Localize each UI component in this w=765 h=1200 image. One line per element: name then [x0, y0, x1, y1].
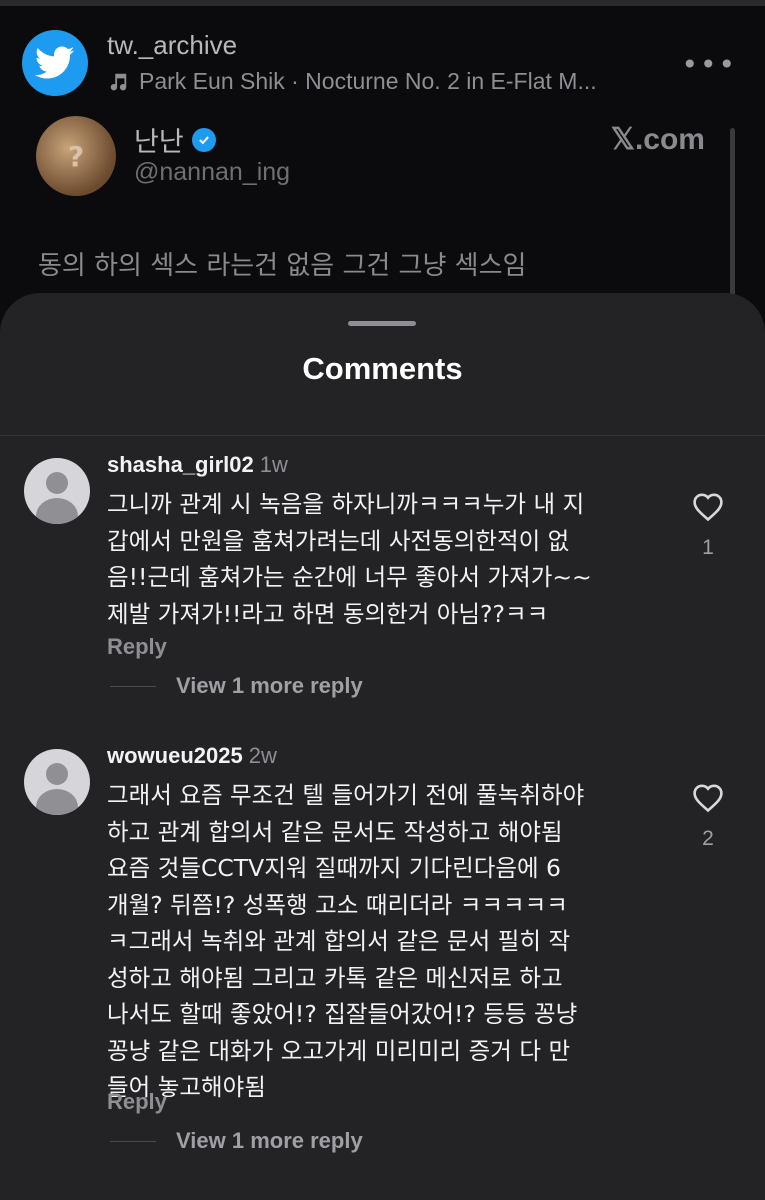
- divider: [110, 685, 156, 687]
- x-logo: 𝕏.com: [610, 123, 705, 156]
- sheet-title: Comments: [302, 351, 463, 386]
- comment-text: 그래서 요즘 무조건 텔 들어가기 전에 풀녹취하야 하고 관계 합의서 같은 …: [107, 781, 585, 1101]
- tweet-author-name: 난난: [134, 120, 216, 159]
- divider: [0, 435, 765, 436]
- heart-icon: [693, 493, 723, 522]
- view-more-label: View 1 more reply: [176, 1128, 363, 1153]
- like-button[interactable]: 2: [686, 781, 730, 851]
- comment-text: 그니까 관계 시 녹음을 하자니까ㅋㅋㅋ누가 내 지 갑에서 만원을 훔쳐가려는…: [107, 490, 592, 628]
- like-count: 2: [702, 827, 714, 850]
- comment-age: 1w: [259, 452, 288, 477]
- comment-username[interactable]: wowueu2025: [107, 743, 243, 768]
- tweet-author-handle: @nannan_ing: [134, 158, 291, 186]
- reply-button[interactable]: Reply: [107, 634, 167, 660]
- view-more-replies[interactable]: View 1 more reply: [110, 1128, 363, 1154]
- tweet-text: 동의 하의 섹스 라는건 없음 그건 그냥 섹스임: [38, 251, 527, 281]
- like-count: 1: [702, 536, 714, 559]
- music-track[interactable]: Park Eun Shik · Nocturne No. 2 in E-Flat…: [107, 68, 597, 95]
- top-edge: [0, 0, 765, 6]
- heart-icon: [693, 784, 723, 813]
- account-name[interactable]: tw._archive: [107, 30, 237, 61]
- tweet-author-avatar: ?: [36, 116, 116, 196]
- comment-user: shasha_girl02 1w: [107, 452, 288, 478]
- drag-handle[interactable]: [348, 321, 416, 326]
- comments-sheet: Comments shasha_girl02 1w 그니까 관계 시 녹음을 하자…: [0, 293, 765, 1200]
- comment-age: 2w: [248, 743, 277, 768]
- comment-user: wowueu2025 2w: [107, 743, 277, 769]
- avatar[interactable]: [24, 749, 90, 815]
- music-track-label: Park Eun Shik · Nocturne No. 2 in E-Flat…: [139, 68, 597, 94]
- tweet-author-name-label: 난난: [134, 127, 184, 158]
- music-note-icon: [110, 73, 127, 90]
- more-options-icon[interactable]: •••: [681, 48, 737, 81]
- avatar[interactable]: [24, 458, 90, 524]
- reply-button[interactable]: Reply: [107, 1089, 167, 1115]
- comment-username[interactable]: shasha_girl02: [107, 452, 254, 477]
- view-more-label: View 1 more reply: [176, 673, 363, 698]
- twitter-bird-icon[interactable]: [22, 30, 88, 96]
- view-more-replies[interactable]: View 1 more reply: [110, 673, 363, 699]
- like-button[interactable]: 1: [686, 490, 730, 560]
- divider: [110, 1140, 156, 1142]
- verified-badge-icon: [191, 127, 216, 152]
- scrollbar[interactable]: [730, 128, 735, 303]
